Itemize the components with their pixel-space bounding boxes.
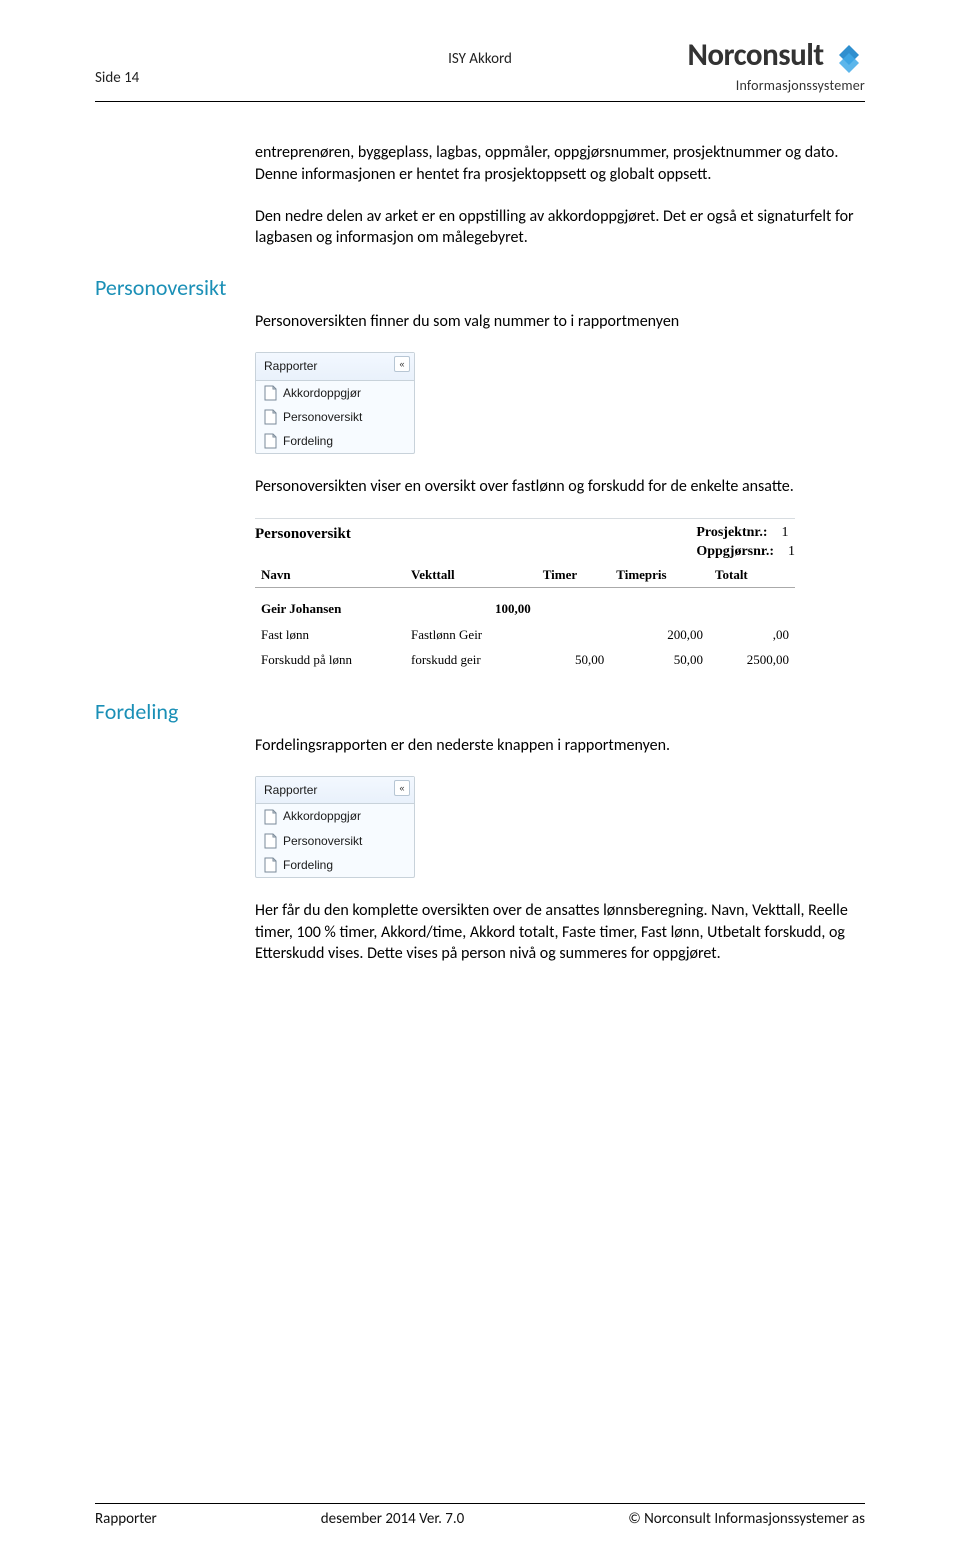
cell-timepris: 50,00 [610,647,709,673]
paragraph: entreprenøren, byggeplass, lagbas, oppmå… [255,142,865,185]
paragraph: Her får du den komplette oversikten over… [255,900,865,965]
document-icon [264,809,277,825]
cell-desc: forskudd geir [405,647,537,673]
document-icon [264,857,277,873]
page-number: Side 14 [95,69,139,93]
diamond-icon [833,43,865,79]
cell-totalt: 2500,00 [709,647,795,673]
cell-desc: Fastlønn Geir [405,622,537,648]
table-row: Forskudd på lønn forskudd geir 50,00 50,… [255,647,795,673]
cell-vekttall: 100,00 [405,596,537,622]
table-row: Fast lønn Fastlønn Geir 200,00 ,00 [255,622,795,648]
col-timepris: Timepris [610,562,709,588]
document-icon [264,385,277,401]
table-row-person: Geir Johansen 100,00 [255,596,795,622]
cell-timepris: 200,00 [610,622,709,648]
panel-title: Rapporter [264,359,317,373]
col-timer: Timer [537,562,611,588]
paragraph: Personoversikten viser en oversikt over … [255,476,865,498]
brand-subtitle: Informasjonssystemer [687,79,865,93]
paragraph: Den nedre delen av arket er en oppstilli… [255,206,865,249]
report-meta: Prosjektnr.: 1 Oppgjørsnr.: 1 [696,524,795,562]
cell-timer: 50,00 [537,647,611,673]
report-meta-value: 1 [782,524,789,543]
cell-timer [537,622,611,648]
cell-totalt: ,00 [709,622,795,648]
panel-item-label: Akkordoppgjør [283,808,361,824]
brand-name: Norconsult [687,36,823,74]
section-heading-fordeling: Fordeling [95,698,865,725]
document-icon [264,833,277,849]
panel-item-personoversikt[interactable]: Personoversikt [256,405,414,429]
rapporter-panel: Rapporter « Akkordoppgjør Personoversikt… [255,352,415,454]
panel-item-fordeling[interactable]: Fordeling [256,429,414,453]
app-title: ISY Akkord [448,50,512,74]
report-meta-label: Oppgjørsnr.: [696,544,774,559]
personoversikt-report-preview: Prosjektnr.:1 Oppgjørsnr.:1 Personoversi… [255,518,795,673]
report-table: Navn Vekttall Timer Timepris Totalt Geir… [255,562,795,673]
footer-right: © Norconsult Informasjonssystemer as [628,1510,865,1528]
page-header: Side 14 ISY Akkord Norconsult Informasjo… [95,40,865,93]
cell-navn: Geir Johansen [255,596,405,622]
panel-item-label: Fordeling [283,433,333,449]
col-totalt: Totalt [709,562,795,588]
footer-divider [95,1503,865,1504]
section-heading-personoversikt: Personoversikt [95,274,865,301]
paragraph: Personoversikten finner du som valg numm… [255,311,865,333]
document-icon [264,433,277,449]
col-vekttall: Vekttall [405,562,537,588]
panel-title: Rapporter [264,783,317,797]
panel-item-akkordoppgjor[interactable]: Akkordoppgjør [256,381,414,405]
body-content: entreprenøren, byggeplass, lagbas, oppmå… [95,142,865,248]
report-meta-value: 1 [788,543,795,562]
panel-item-label: Fordeling [283,857,333,873]
report-meta-label: Prosjektnr.: [696,525,767,540]
cell-label: Fast lønn [255,622,405,648]
col-navn: Navn [255,562,405,588]
paragraph: Fordelingsrapporten er den nederste knap… [255,735,865,757]
collapse-icon[interactable]: « [394,356,410,372]
panel-item-label: Akkordoppgjør [283,385,361,401]
panel-item-label: Personoversikt [283,833,362,849]
header-divider [95,101,865,102]
footer-center: desember 2014 Ver. 7.0 [321,1510,465,1528]
document-icon [264,409,277,425]
panel-item-personoversikt[interactable]: Personoversikt [256,829,414,853]
page-footer: Rapporter desember 2014 Ver. 7.0 © Norco… [95,1503,865,1528]
panel-item-fordeling[interactable]: Fordeling [256,853,414,877]
cell-label: Forskudd på lønn [255,647,405,673]
footer-left: Rapporter [95,1510,157,1528]
panel-header[interactable]: Rapporter « [256,777,414,804]
collapse-icon[interactable]: « [394,780,410,796]
rapporter-panel: Rapporter « Akkordoppgjør Personoversikt… [255,776,415,878]
panel-header[interactable]: Rapporter « [256,353,414,380]
panel-item-label: Personoversikt [283,409,362,425]
brand-logo: Norconsult Informasjonssystemer [687,40,865,93]
panel-item-akkordoppgjor[interactable]: Akkordoppgjør [256,804,414,828]
